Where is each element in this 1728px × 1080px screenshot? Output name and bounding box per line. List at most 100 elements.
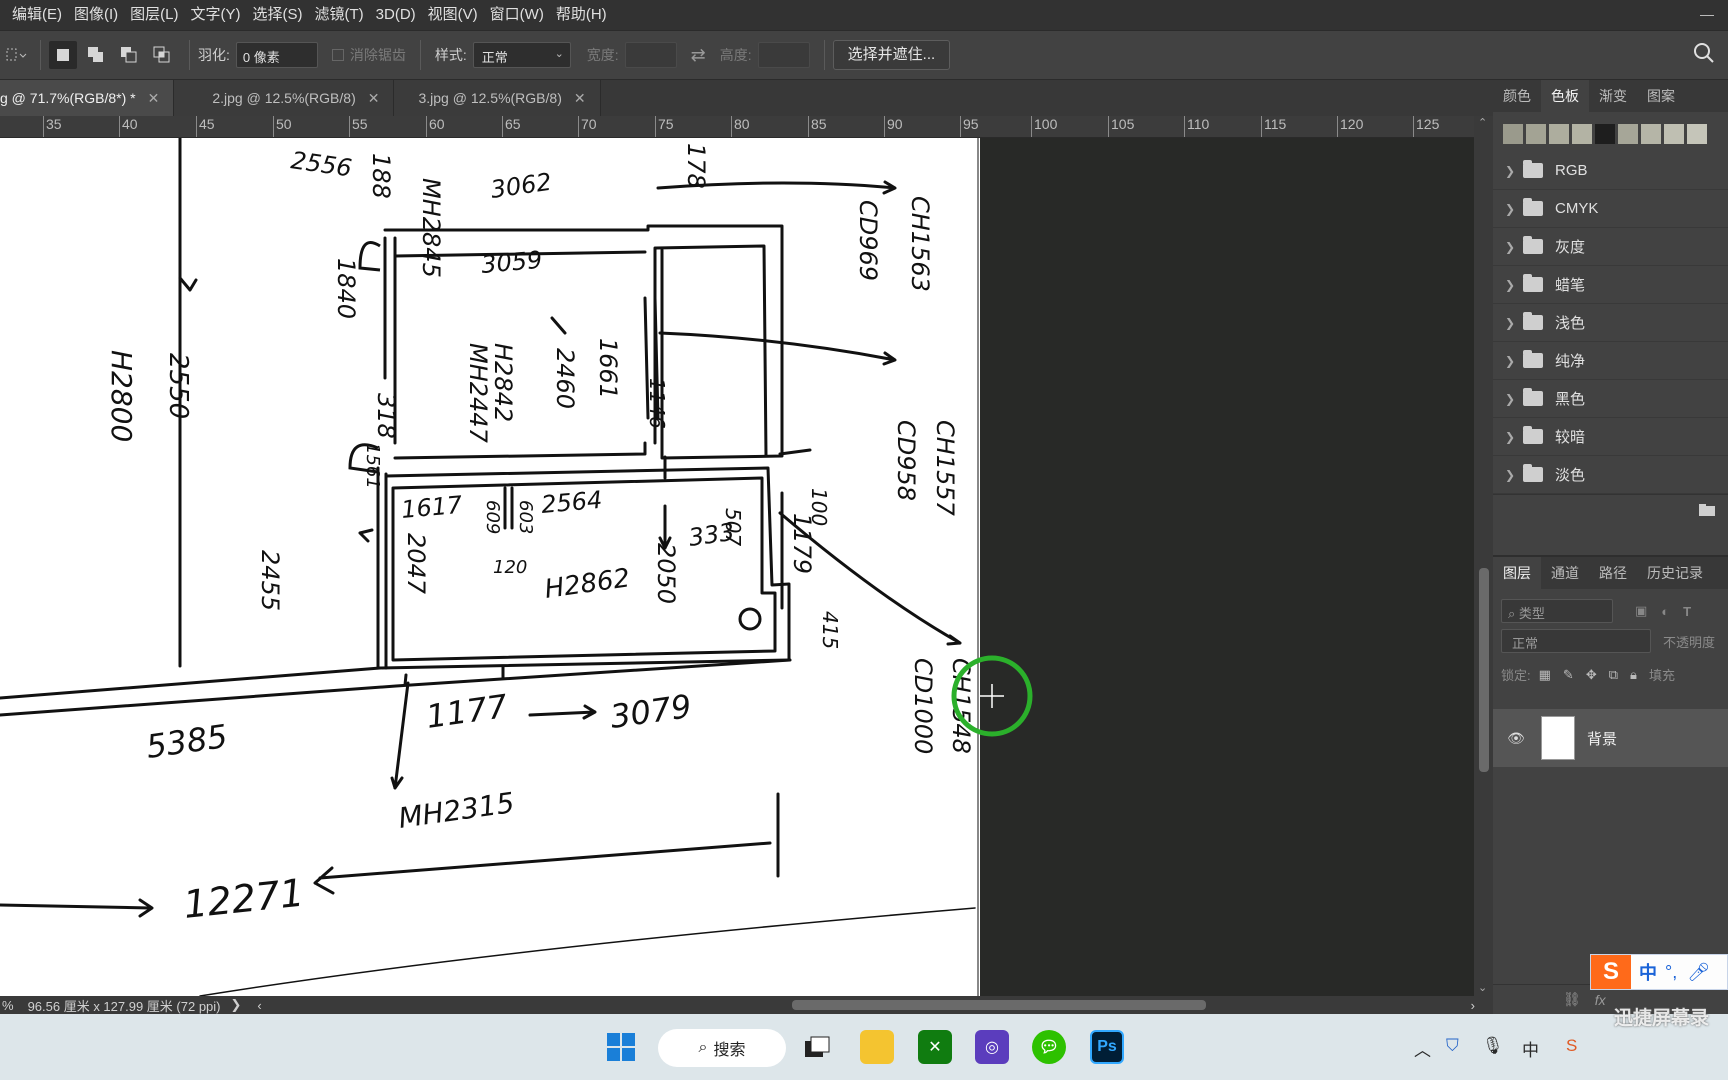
vertical-scrollbar[interactable]: ⌃ ⌄ — [1474, 116, 1493, 996]
chevron-right-icon[interactable]: ❯ — [1505, 392, 1519, 406]
swatch-group[interactable]: ❯ 黑色 — [1493, 380, 1728, 418]
color-swatch[interactable] — [1572, 124, 1592, 144]
chevron-right-icon[interactable]: ❯ — [1505, 354, 1519, 368]
tab-swatches[interactable]: 色板 — [1541, 80, 1589, 112]
intersect-selection-button[interactable] — [148, 41, 176, 69]
tab-paths[interactable]: 路径 — [1589, 557, 1637, 589]
input-method-indicator[interactable]: 中 — [1522, 1036, 1539, 1061]
style-select[interactable]: 正常 ⌄ — [472, 42, 571, 68]
antialias-checkbox[interactable] — [331, 49, 344, 61]
ime-voice-icon[interactable]: 🎤︎ — [1687, 962, 1710, 983]
scroll-left-icon[interactable]: ‹ — [257, 998, 261, 1013]
tab-document-1[interactable]: g @ 71.7%(RGB/8*) * ✕ — [0, 80, 175, 116]
image-filter-icon[interactable]: ▣ — [1635, 603, 1647, 619]
color-swatch[interactable] — [1549, 124, 1569, 144]
tab-channels[interactable]: 通道 — [1541, 557, 1589, 589]
scroll-thumb[interactable] — [1479, 568, 1489, 772]
lock-artboard-icon[interactable]: ⧉ — [1609, 667, 1618, 683]
xbox-icon[interactable]: ✕ — [918, 1030, 952, 1064]
tab-history[interactable]: 历史记录 — [1637, 557, 1713, 589]
subtract-selection-button[interactable] — [115, 41, 143, 69]
feather-input[interactable]: 0 像素 — [235, 42, 318, 68]
swap-icon[interactable]: ⇄ — [691, 45, 706, 66]
wechat-icon[interactable]: 💬︎ — [1032, 1030, 1066, 1064]
tab-gradients[interactable]: 渐变 — [1589, 80, 1637, 112]
menu-window[interactable]: 窗口(W) — [484, 0, 550, 30]
tab-document-2[interactable]: 2.jpg @ 12.5%(RGB/8) ✕ — [174, 80, 395, 116]
file-explorer-icon[interactable] — [860, 1030, 894, 1064]
scroll-right-icon[interactable]: › — [1471, 998, 1475, 1013]
menu-image[interactable]: 图像(I) — [68, 0, 124, 30]
color-swatch[interactable] — [1526, 124, 1546, 144]
tab-layers[interactable]: 图层 — [1493, 557, 1541, 589]
zoom-level[interactable]: % — [2, 998, 14, 1013]
chevron-right-icon[interactable]: ❯ — [1505, 468, 1519, 482]
chevron-right-icon[interactable]: ❯ — [1505, 240, 1519, 254]
fx-icon[interactable]: fx — [1595, 992, 1606, 1008]
ime-mode[interactable]: 中 — [1639, 959, 1657, 985]
lock-pixels-icon[interactable]: ✎ — [1563, 667, 1574, 683]
eye-icon[interactable]: 👁︎ — [1505, 730, 1527, 747]
ime-punctuation[interactable]: °, — [1665, 962, 1677, 983]
microphone-icon[interactable]: 🎙︎ — [1482, 1036, 1504, 1056]
add-selection-button[interactable] — [82, 41, 110, 69]
new-group-folder-icon[interactable] — [1698, 503, 1716, 517]
lock-position-icon[interactable]: ✥ — [1586, 667, 1597, 683]
windows-start-icon[interactable] — [604, 1030, 638, 1064]
color-swatch[interactable] — [1641, 124, 1661, 144]
menu-edit[interactable]: 编辑(E) — [6, 0, 68, 30]
menu-view[interactable]: 视图(V) — [422, 0, 484, 30]
menu-help[interactable]: 帮助(H) — [550, 0, 613, 30]
tab-patterns[interactable]: 图案 — [1637, 80, 1685, 112]
swatch-group[interactable]: ❯ 浅色 — [1493, 304, 1728, 342]
app-icon[interactable]: ◎ — [975, 1030, 1009, 1064]
canvas-area[interactable]: 2556 3062 MH2845 3059 H2842 2460 MH2447 … — [0, 138, 1474, 996]
tab-document-3[interactable]: 3.jpg @ 12.5%(RGB/8) ✕ — [394, 80, 601, 116]
close-icon[interactable]: ✕ — [574, 80, 586, 116]
ime-toolbar[interactable]: S 中 °, 🎤︎ — [1590, 954, 1728, 990]
sogou-tray-icon[interactable]: S — [1566, 1036, 1577, 1056]
height-input[interactable] — [757, 42, 810, 68]
chevron-right-icon[interactable]: ❯ — [1505, 430, 1519, 444]
status-menu-arrow[interactable]: ❯ — [231, 997, 242, 1013]
link-layers-icon[interactable]: ⛓︎ — [1563, 991, 1581, 1008]
defender-icon[interactable]: ⛉ — [1446, 1036, 1459, 1056]
horizontal-scroll-thumb[interactable] — [792, 1000, 1206, 1010]
document-canvas[interactable]: 2556 3062 MH2845 3059 H2842 2460 MH2447 … — [0, 138, 980, 996]
swatch-group[interactable]: ❯ 蜡笔 — [1493, 266, 1728, 304]
scroll-up-icon[interactable]: ⌃ — [1478, 116, 1487, 129]
new-selection-button[interactable] — [49, 41, 77, 69]
width-input[interactable] — [624, 42, 677, 68]
color-swatch[interactable] — [1687, 124, 1707, 144]
chevron-right-icon[interactable]: ❯ — [1505, 316, 1519, 330]
lock-all-icon[interactable]: 🔒︎ — [1630, 667, 1637, 683]
photoshop-icon[interactable]: Ps — [1090, 1030, 1124, 1064]
tab-color[interactable]: 颜色 — [1493, 80, 1541, 112]
close-icon[interactable]: ✕ — [148, 80, 160, 116]
menu-type[interactable]: 文字(Y) — [185, 0, 247, 30]
menu-3d[interactable]: 3D(D) — [370, 0, 422, 30]
minimize-icon[interactable] — [1700, 2, 1714, 16]
tray-chevron-icon[interactable]: ︿ — [1414, 1036, 1431, 1061]
tool-preset-picker[interactable] — [2, 40, 32, 70]
scroll-down-icon[interactable]: ⌄ — [1478, 981, 1487, 994]
close-icon[interactable]: ✕ — [368, 80, 380, 116]
menu-select[interactable]: 选择(S) — [247, 0, 309, 30]
swatch-group[interactable]: ❯ 灰度 — [1493, 228, 1728, 266]
menu-filter[interactable]: 滤镜(T) — [309, 0, 370, 30]
type-filter-icon[interactable]: T — [1683, 604, 1691, 619]
chevron-right-icon[interactable]: ❯ — [1505, 278, 1519, 292]
swatch-group[interactable]: ❯ 淡色 — [1493, 456, 1728, 494]
blend-mode-select[interactable]: 正常 — [1501, 629, 1651, 653]
color-swatch[interactable] — [1595, 124, 1615, 144]
swatch-group[interactable]: ❯ RGB — [1493, 152, 1728, 190]
swatch-group[interactable]: ❯ CMYK — [1493, 190, 1728, 228]
task-view-icon[interactable] — [800, 1030, 834, 1064]
select-and-mask-button[interactable]: 选择并遮住... — [832, 40, 951, 70]
chevron-right-icon[interactable]: ❯ — [1505, 164, 1519, 178]
layer-kind-filter[interactable]: ⌕ 类型 — [1501, 599, 1613, 623]
color-swatch[interactable] — [1664, 124, 1684, 144]
menu-layer[interactable]: 图层(L) — [124, 0, 184, 30]
color-swatch[interactable] — [1618, 124, 1638, 144]
adjustment-filter-icon[interactable]: ◐ — [1661, 604, 1669, 619]
